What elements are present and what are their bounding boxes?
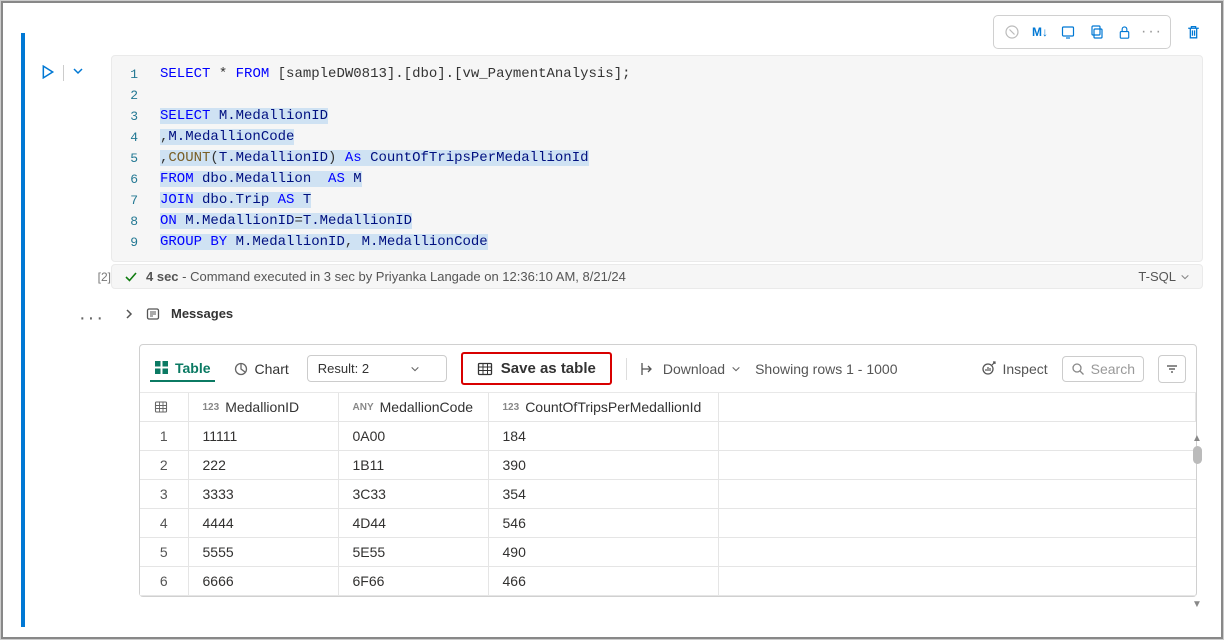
divider [63, 65, 64, 81]
clear-output-icon[interactable] [1054, 18, 1082, 46]
column-filler [718, 393, 1196, 422]
table-row[interactable]: 555555E55490 [140, 538, 1196, 567]
expand-chevron-icon[interactable] [123, 308, 135, 320]
cell-toolbar-group: M↓ ··· [993, 15, 1171, 49]
markdown-toggle-icon[interactable]: M↓ [1026, 18, 1054, 46]
table-row[interactable]: 22221B11390 [140, 451, 1196, 480]
results-table: 123MedallionIDANYMedallionCode123CountOf… [140, 393, 1196, 596]
column-header[interactable]: 123CountOfTripsPerMedallionId [488, 393, 718, 422]
active-cell-indicator [21, 33, 25, 627]
scrollbar-thumb[interactable] [1193, 446, 1202, 464]
grid-icon [477, 361, 493, 377]
line-number: 9 [112, 232, 160, 253]
line-number: 8 [112, 211, 160, 232]
delete-cell-icon[interactable] [1179, 18, 1207, 46]
more-icon[interactable]: ··· [1138, 18, 1166, 46]
table-row[interactable]: 444444D44546 [140, 509, 1196, 538]
table-row[interactable]: 666666F66466 [140, 567, 1196, 596]
cell-toolbar: M↓ ··· [11, 9, 1213, 49]
line-number: 5 [112, 148, 160, 169]
result-selector[interactable]: Result: 2 [307, 355, 447, 382]
duration-label: 4 sec [146, 269, 179, 284]
rows-showing-label: Showing rows 1 - 1000 [755, 361, 897, 377]
download-button[interactable]: Download [641, 361, 741, 377]
tab-chart[interactable]: Chart [229, 357, 293, 381]
column-header[interactable]: 123MedallionID [188, 393, 338, 422]
table-row[interactable]: 1111110A00184 [140, 422, 1196, 451]
row-header-icon-cell[interactable] [140, 393, 188, 422]
tab-table[interactable]: Table [150, 356, 215, 382]
line-number: 3 [112, 106, 160, 127]
table-icon [154, 360, 169, 375]
execution-status-bar: 4 sec - Command executed in 3 sec by Pri… [111, 264, 1203, 289]
language-selector[interactable]: T-SQL [1138, 269, 1190, 284]
code-editor[interactable]: 1SELECT * FROM [sampleDW0813].[dbo].[vw_… [111, 55, 1203, 262]
cell-more-icon[interactable]: ··· [11, 297, 111, 330]
scroll-down-icon[interactable]: ▼ [1191, 599, 1203, 610]
line-number: 1 [112, 64, 160, 85]
status-text: - Command executed in 3 sec by Priyanka … [179, 269, 626, 284]
lock-icon[interactable] [1110, 18, 1138, 46]
copy-cell-icon[interactable] [1082, 18, 1110, 46]
messages-icon [145, 306, 161, 322]
results-toolbar: Table Chart Result: 2 Save as table [140, 345, 1196, 393]
filter-icon[interactable] [1158, 355, 1186, 383]
column-header[interactable]: ANYMedallionCode [338, 393, 488, 422]
run-cell-icon[interactable] [41, 65, 55, 262]
scroll-up-icon[interactable]: ▲ [1191, 433, 1203, 444]
save-as-table-button[interactable]: Save as table [461, 352, 612, 385]
line-number: 2 [112, 85, 160, 106]
search-icon [1071, 362, 1085, 376]
line-number: 6 [112, 169, 160, 190]
search-input[interactable]: Search [1062, 356, 1144, 382]
cell-language-icon[interactable] [998, 18, 1026, 46]
chart-icon [233, 361, 249, 377]
divider [626, 358, 627, 380]
messages-label: Messages [171, 306, 233, 321]
run-options-chevron-icon[interactable] [72, 65, 84, 262]
inspect-button[interactable]: Inspect [980, 360, 1048, 377]
table-row[interactable]: 333333C33354 [140, 480, 1196, 509]
line-number: 4 [112, 127, 160, 148]
grid-small-icon [154, 400, 168, 414]
check-icon [124, 270, 138, 284]
execution-count: [2] [11, 270, 111, 284]
line-number: 7 [112, 190, 160, 211]
results-panel: Table Chart Result: 2 Save as table [139, 344, 1197, 597]
